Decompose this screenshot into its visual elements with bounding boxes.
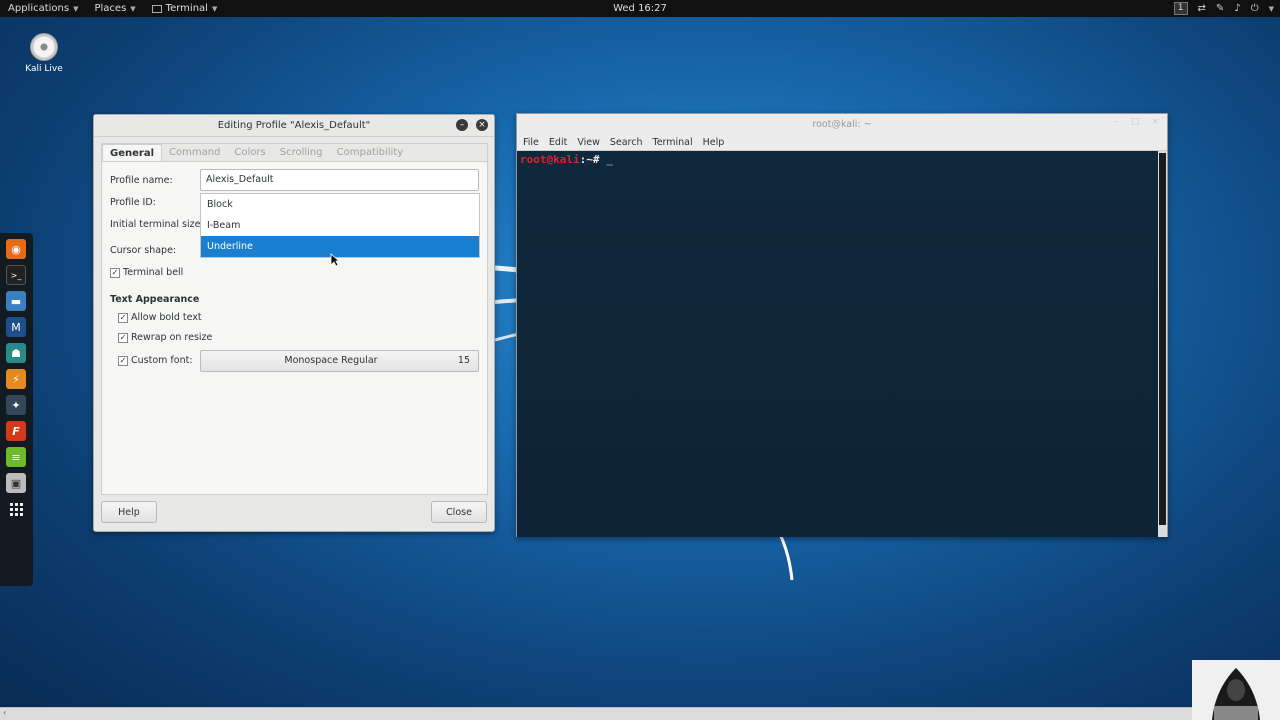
- chevron-down-icon: ▼: [130, 4, 136, 13]
- tab-compatibility[interactable]: Compatibility: [330, 144, 411, 161]
- terminal-bell-label: Terminal bell: [123, 267, 184, 278]
- terminal-app-label: Terminal: [165, 3, 208, 14]
- menu-view[interactable]: View: [577, 137, 600, 148]
- terminal-icon[interactable]: >_: [6, 265, 26, 285]
- checkbox-checked-icon: ✓: [118, 312, 128, 323]
- desktop-icon-label: Kali Live: [25, 64, 63, 74]
- workspace-indicator[interactable]: 1: [1173, 2, 1188, 15]
- places-label: Places: [94, 3, 127, 14]
- scrollbar-thumb[interactable]: [1159, 153, 1166, 525]
- terminal-window: root@kali: ~ – □ × File Edit View Search…: [516, 113, 1168, 537]
- rewrap-label: Rewrap on resize: [131, 332, 213, 343]
- allow-bold-checkbox[interactable]: ✓ Allow bold text: [118, 312, 202, 323]
- profile-name-input[interactable]: Alexis_Default: [200, 169, 479, 191]
- cursor-shape-label: Cursor shape:: [110, 245, 177, 256]
- firefox-icon[interactable]: ◉: [6, 239, 26, 259]
- tab-scrolling[interactable]: Scrolling: [273, 144, 330, 161]
- chevron-left-icon[interactable]: ‹: [3, 708, 6, 717]
- tab-command[interactable]: Command: [162, 144, 227, 161]
- minimize-icon[interactable]: –: [1114, 117, 1119, 127]
- prompt-path: :~#: [579, 153, 600, 166]
- rewrap-checkbox[interactable]: ✓ Rewrap on resize: [118, 332, 212, 343]
- tab-bar: General Command Colors Scrolling Compati…: [102, 144, 487, 162]
- profile-id-label: Profile ID:: [110, 197, 156, 208]
- cursor-option-underline[interactable]: Underline: [201, 236, 479, 257]
- dialog-titlebar[interactable]: Editing Profile "Alexis_Default" – ×: [94, 115, 494, 137]
- terminal-title: root@kali: ~: [812, 118, 872, 130]
- checkbox-checked-icon: ✓: [118, 355, 128, 366]
- terminal-scrollbar[interactable]: [1158, 151, 1167, 537]
- font-name: Monospace Regular: [284, 355, 378, 366]
- prompt-user: root@kali: [520, 153, 580, 166]
- metasploit-icon[interactable]: M: [6, 317, 26, 337]
- chevron-down-icon[interactable]: ▼: [1269, 5, 1274, 13]
- armitage-icon[interactable]: ☗: [6, 343, 26, 363]
- dock: ◉ >_ ▬ M ☗ ⚡ ✦ F ≡ ▣: [0, 233, 33, 586]
- terminal-app-menu[interactable]: Terminal ▼: [144, 0, 226, 17]
- terminal-titlebar[interactable]: root@kali: ~ – □ ×: [517, 114, 1167, 134]
- cursor-shape-dropdown: Block I-Beam Underline: [200, 193, 480, 258]
- cursor-option-block[interactable]: Block: [201, 194, 479, 215]
- hooded-figure-avatar: [1192, 660, 1280, 720]
- terminal-icon: [151, 4, 162, 13]
- text-cursor: _: [606, 153, 613, 166]
- minimize-icon[interactable]: –: [456, 119, 468, 131]
- burpsuite-icon[interactable]: ⚡: [6, 369, 26, 389]
- menu-edit[interactable]: Edit: [549, 137, 567, 148]
- bottom-panel: ‹: [0, 707, 1280, 720]
- dialog-title: Editing Profile "Alexis_Default": [217, 120, 371, 131]
- kali-live-desktop-icon[interactable]: Kali Live: [22, 33, 66, 74]
- screenshot-icon[interactable]: ▣: [6, 473, 26, 493]
- pen-icon[interactable]: ✎: [1216, 3, 1224, 14]
- applications-label: Applications: [8, 3, 70, 14]
- power-icon[interactable]: ⏻: [1251, 3, 1259, 14]
- font-chooser-button[interactable]: Monospace Regular 15: [200, 350, 479, 372]
- checkbox-checked-icon: ✓: [110, 267, 120, 278]
- chevron-down-icon: ▼: [211, 4, 218, 13]
- tab-colors[interactable]: Colors: [227, 144, 272, 161]
- profile-editor-dialog: Editing Profile "Alexis_Default" – × Gen…: [93, 114, 495, 532]
- clock[interactable]: Wed 16:27: [600, 3, 680, 14]
- allow-bold-label: Allow bold text: [131, 312, 202, 323]
- shell-prompt: root@kali:~# _: [520, 153, 613, 166]
- font-size: 15: [457, 355, 470, 366]
- files-icon[interactable]: ▬: [6, 291, 26, 311]
- close-button[interactable]: Close: [431, 501, 487, 523]
- menu-help[interactable]: Help: [703, 137, 725, 148]
- dialog-body: General Command Colors Scrolling Compati…: [101, 143, 488, 495]
- terminal-screen[interactable]: root@kali:~# _: [517, 151, 1159, 537]
- checkbox-checked-icon: ✓: [118, 332, 128, 343]
- terminal-menubar: File Edit View Search Terminal Help: [517, 134, 1167, 151]
- applications-menu[interactable]: Applications ▼: [0, 0, 86, 17]
- close-icon[interactable]: ×: [1151, 117, 1159, 127]
- network-icon[interactable]: ⇄: [1198, 3, 1206, 14]
- show-apps-icon[interactable]: [6, 499, 26, 519]
- menu-search[interactable]: Search: [610, 137, 643, 148]
- mouse-pointer-icon: [330, 253, 340, 267]
- maximize-icon[interactable]: □: [1131, 117, 1140, 127]
- notes-icon[interactable]: ≡: [6, 447, 26, 467]
- menu-file[interactable]: File: [523, 137, 539, 148]
- top-panel: Applications ▼ Places ▼ Terminal ▼ Wed 1…: [0, 0, 1280, 17]
- disc-icon: [30, 33, 58, 61]
- close-icon[interactable]: ×: [476, 119, 488, 131]
- maltego-icon[interactable]: ✦: [6, 395, 26, 415]
- text-appearance-heading: Text Appearance: [110, 294, 200, 305]
- profile-name-label: Profile name:: [110, 175, 173, 186]
- faraday-icon[interactable]: F: [6, 421, 26, 441]
- custom-font-label: Custom font:: [131, 355, 193, 366]
- initial-size-label: Initial terminal size:: [110, 219, 204, 230]
- places-menu[interactable]: Places ▼: [86, 0, 143, 17]
- help-button[interactable]: Help: [101, 501, 157, 523]
- volume-icon[interactable]: ♪: [1234, 3, 1240, 14]
- cursor-option-ibeam[interactable]: I-Beam: [201, 215, 479, 236]
- chevron-down-icon: ▼: [73, 4, 79, 13]
- tab-general[interactable]: General: [102, 144, 162, 161]
- menu-terminal[interactable]: Terminal: [653, 137, 693, 148]
- custom-font-checkbox[interactable]: ✓ Custom font:: [118, 355, 193, 366]
- terminal-bell-checkbox[interactable]: ✓ Terminal bell: [110, 267, 183, 278]
